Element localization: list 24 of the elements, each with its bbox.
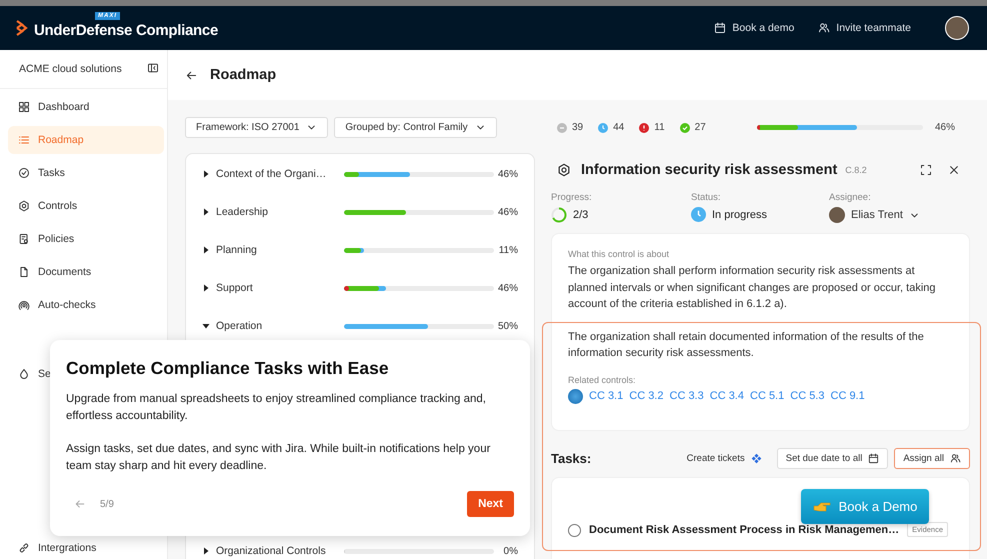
status-count: 27 [694, 122, 706, 133]
status-label: Status: [691, 192, 722, 203]
status-count: 39 [572, 122, 584, 133]
description-heading: What this control is about [568, 249, 670, 259]
control-title: Information security risk assessment [581, 162, 838, 178]
tour-text: Assign tasks, set due dates, and sync with Jira. While built-in notifications help your team stay sharp and hit every deadline. [66, 442, 492, 474]
logo-text: UnderDefense Compliance [34, 20, 218, 38]
overall-percent: 46% [934, 122, 955, 133]
control-code: C.8.2 [845, 164, 867, 174]
page-title: Roadmap [210, 67, 276, 83]
assignee-label: Assignee: [829, 192, 872, 203]
tasks-heading: Tasks: [551, 450, 592, 466]
description-text: The organization shall retain documented information of the results of the information security risk assessments. [568, 330, 925, 361]
status-value: In progress [712, 208, 768, 220]
progress-value: 2/3 [573, 209, 588, 221]
related-controls-label: Related controls: [568, 374, 637, 384]
status-count: 11 [654, 122, 665, 133]
tour-step: 5/9 [100, 498, 114, 510]
description-text: The organization shall perform information security risk assessments at planned intervals or when significant changes are proposed or occur, taking account of the criteria established in 6.1.2 a). [568, 264, 937, 312]
progress-label: Progress: [551, 192, 593, 203]
status-count: 44 [613, 122, 624, 133]
tour-text: Upgrade from manual spreadsheets to enjoy streamlined compliance tracking and, effortless accountability. [66, 392, 487, 424]
tour-title: Complete Compliance Tasks with Ease [66, 358, 390, 379]
organization-name: ACME cloud solutions [19, 63, 122, 75]
